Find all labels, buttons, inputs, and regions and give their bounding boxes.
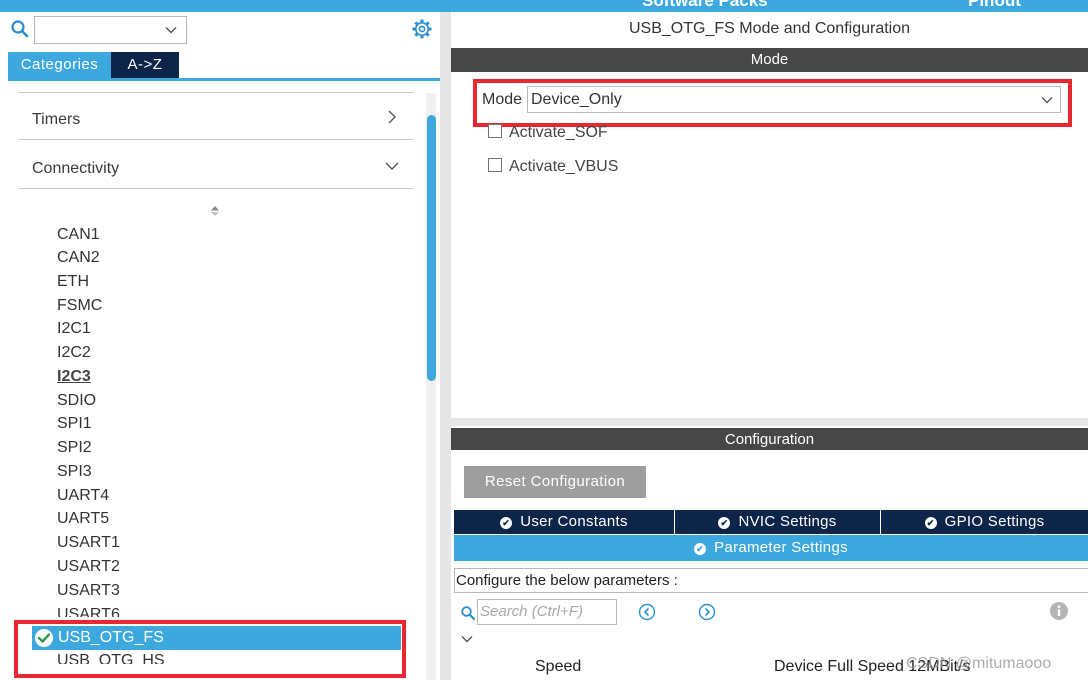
highlight-box-mode <box>473 79 1072 127</box>
mode-configuration-panel: USB_OTG_FS Mode and Configuration Mode M… <box>451 12 1088 680</box>
top-tab-strip: Software Packs Pinout <box>0 0 1088 12</box>
tab-software-packs[interactable]: Software Packs <box>642 0 768 11</box>
search-icon[interactable] <box>460 605 476 621</box>
tab-gpio-settings[interactable]: ✔ GPIO Settings <box>881 510 1088 534</box>
mode-area: Mode Device_Only Activate_SOF Activate_V… <box>451 72 1088 418</box>
gear-icon[interactable] <box>411 18 433 40</box>
peripheral-i2c2[interactable]: I2C2 <box>57 344 91 362</box>
check-circle-icon: ✔ <box>694 543 707 555</box>
category-label: Connectivity <box>32 160 120 177</box>
param-name-speed: Speed <box>535 658 582 675</box>
category-search-combo[interactable] <box>34 16 187 44</box>
tab-a-to-z[interactable]: A->Z <box>111 52 179 78</box>
configuration-header: Configuration <box>451 428 1088 452</box>
category-search-row <box>0 12 440 50</box>
check-circle-icon: ✔ <box>500 517 513 529</box>
reset-configuration-button[interactable]: Reset Configuration <box>464 466 646 498</box>
peripheral-uart4[interactable]: UART4 <box>57 487 109 505</box>
tab-label: User Constants <box>520 513 628 530</box>
highlight-box-selected-peripheral <box>14 620 406 678</box>
tab-pinout[interactable]: Pinout <box>968 0 1021 11</box>
chevron-down-icon[interactable] <box>460 632 474 646</box>
peripheral-usart1[interactable]: USART1 <box>57 534 120 552</box>
peripheral-spi3[interactable]: SPI3 <box>57 463 92 481</box>
category-connectivity[interactable]: Connectivity <box>18 145 414 189</box>
search-icon[interactable] <box>10 19 30 39</box>
peripheral-can2[interactable]: CAN2 <box>57 249 100 267</box>
parameter-search-input[interactable]: Search (Ctrl+F) <box>477 599 617 625</box>
sort-icon[interactable] <box>208 204 222 218</box>
scrollbar-thumb[interactable] <box>427 115 436 381</box>
tab-parameter-settings[interactable]: ✔ Parameter Settings <box>454 535 1088 561</box>
tab-label: Parameter Settings <box>714 539 848 556</box>
category-timers[interactable]: Timers <box>18 96 414 140</box>
peripheral-usart3[interactable]: USART3 <box>57 582 120 600</box>
category-label: Timers <box>32 111 81 128</box>
info-icon[interactable] <box>1049 601 1069 621</box>
peripheral-i2c3[interactable]: I2C3 <box>57 368 91 386</box>
category-header-partial[interactable] <box>18 81 414 93</box>
configuration-area: Reset Configuration ✔ User Constants ✔ NVI… <box>451 450 1088 680</box>
checkbox-label: Activate_SOF <box>509 124 608 141</box>
peripheral-i2c1[interactable]: I2C1 <box>57 320 91 338</box>
peripheral-spi1[interactable]: SPI1 <box>57 415 92 433</box>
tab-label: NVIC Settings <box>738 513 837 530</box>
activate-sof-checkbox[interactable]: Activate_SOF <box>488 124 608 142</box>
tab-user-constants[interactable]: ✔ User Constants <box>454 510 674 534</box>
mode-header: Mode <box>451 48 1088 72</box>
previous-match-icon[interactable] <box>638 603 656 621</box>
peripheral-spi2[interactable]: SPI2 <box>57 439 92 457</box>
peripheral-usart2[interactable]: USART2 <box>57 558 120 576</box>
checkbox-box[interactable] <box>488 158 502 172</box>
chevron-down-icon[interactable] <box>164 23 178 37</box>
peripheral-eth[interactable]: ETH <box>57 273 89 291</box>
panel-splitter[interactable] <box>440 12 451 680</box>
vertical-scrollbar[interactable] <box>426 93 436 680</box>
peripheral-usart6[interactable]: USART6 <box>57 606 120 617</box>
checkbox-label: Activate_VBUS <box>509 158 619 175</box>
chevron-right-icon <box>388 110 396 124</box>
peripheral-fsmc[interactable]: FSMC <box>57 297 102 315</box>
chevron-down-icon <box>385 162 399 170</box>
configure-parameters-label: Configure the below parameters : <box>454 568 1088 593</box>
panel-title: USB_OTG_FS Mode and Configuration <box>628 20 911 37</box>
tab-nvic-settings[interactable]: ✔ NVIC Settings <box>675 510 880 534</box>
check-circle-icon: ✔ <box>718 517 731 529</box>
check-circle-icon: ✔ <box>924 517 937 529</box>
peripheral-sdio[interactable]: SDIO <box>57 392 96 410</box>
activate-vbus-checkbox[interactable]: Activate_VBUS <box>488 158 618 176</box>
stm32cubemx-window: Software Packs Pinout Categories A->Z Ti… <box>0 0 1088 680</box>
next-match-icon[interactable] <box>698 603 716 621</box>
categories-panel: Categories A->Z Timers Connectivity CAN1… <box>0 12 440 680</box>
panel-separator[interactable] <box>451 418 1088 426</box>
watermark: CSDN @mitumaooo <box>906 655 1052 672</box>
tab-label: GPIO Settings <box>944 513 1045 530</box>
checkbox-box[interactable] <box>488 124 502 138</box>
peripheral-uart5[interactable]: UART5 <box>57 510 109 528</box>
peripheral-can1[interactable]: CAN1 <box>57 226 100 244</box>
tab-categories[interactable]: Categories <box>8 52 111 78</box>
